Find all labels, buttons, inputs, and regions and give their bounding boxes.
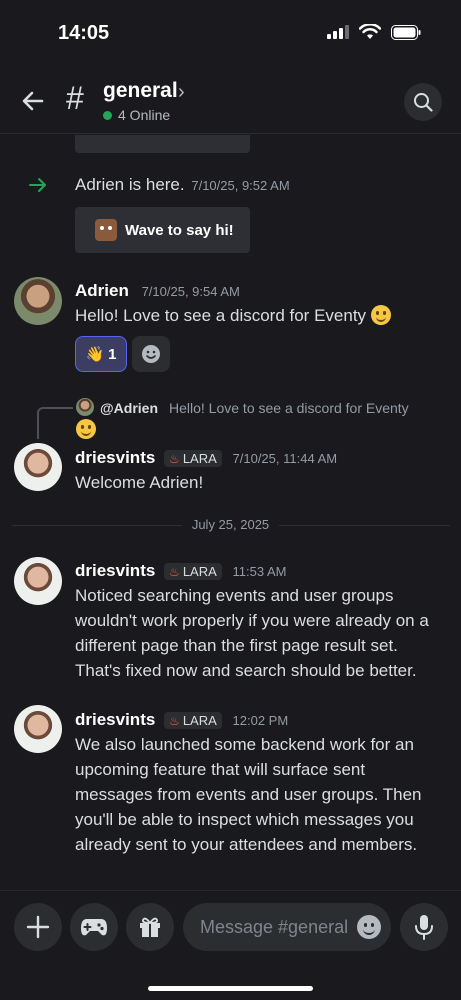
battery-icon xyxy=(391,24,421,40)
online-label: 4 Online xyxy=(118,107,171,123)
avatar[interactable] xyxy=(14,705,62,753)
channel-name[interactable]: general xyxy=(103,79,178,103)
search-button[interactable] xyxy=(404,83,442,121)
username[interactable]: driesvints ♨ LARA 7/10/25, 11:44 AM xyxy=(75,448,337,468)
wave-button-partial[interactable] xyxy=(75,135,250,153)
add-attachment-button[interactable] xyxy=(14,903,62,951)
reply-avatar xyxy=(76,398,94,416)
wave-button[interactable]: Wave to say hi! xyxy=(75,207,250,253)
join-timestamp: 7/10/25, 9:52 AM xyxy=(191,178,290,193)
guild-tag[interactable]: ♨ LARA xyxy=(164,450,222,468)
status-icons xyxy=(327,24,421,40)
username-text[interactable]: driesvints xyxy=(75,561,155,580)
hash-icon: # xyxy=(66,80,84,116)
username[interactable]: driesvints ♨ LARA 12:02 PM xyxy=(75,710,288,730)
plus-icon xyxy=(26,915,50,939)
message-text-content: Hello! Love to see a discord for Eventy xyxy=(75,306,367,325)
date-divider-label: July 25, 2025 xyxy=(0,517,461,532)
message-list[interactable]: Adrien is here. 7/10/25, 9:52 AM Wave to… xyxy=(0,135,461,890)
message-text: Welcome Adrien! xyxy=(75,473,204,492)
gift-button[interactable] xyxy=(126,903,174,951)
reply-slight-smile-emoji-icon xyxy=(76,419,96,439)
join-arrow-icon xyxy=(29,178,46,192)
emoji-icon[interactable] xyxy=(357,915,381,939)
avatar[interactable] xyxy=(14,277,62,325)
activities-button[interactable] xyxy=(70,903,118,951)
guild-tag-label: LARA xyxy=(182,451,217,467)
back-arrow-icon xyxy=(22,91,44,111)
reply-connector xyxy=(37,407,73,439)
back-button[interactable] xyxy=(18,86,48,116)
status-bar: 14:05 xyxy=(0,0,461,64)
flame-icon: ♨ xyxy=(169,564,180,579)
date-divider-text: July 25, 2025 xyxy=(181,517,280,532)
home-indicator[interactable] xyxy=(148,986,313,991)
username[interactable]: driesvints ♨ LARA 11:53 AM xyxy=(75,561,286,581)
search-icon xyxy=(414,93,433,112)
message-input[interactable]: Message #general xyxy=(183,903,391,951)
microphone-icon xyxy=(415,915,433,940)
reaction-wave[interactable]: 👋 1 xyxy=(75,336,127,372)
message-timestamp: 11:53 AM xyxy=(232,564,287,579)
wifi-icon xyxy=(359,24,381,39)
channel-header: # general › 4 Online xyxy=(0,70,461,134)
add-reaction-icon xyxy=(142,345,160,363)
flame-icon: ♨ xyxy=(169,451,180,466)
message-timestamp: 7/10/25, 11:44 AM xyxy=(232,451,338,466)
chevron-right-icon[interactable]: › xyxy=(178,81,185,104)
message-input-placeholder: Message #general xyxy=(200,916,349,937)
reply-preview[interactable]: Hello! Love to see a discord for Eventy xyxy=(169,400,449,416)
reply-username[interactable]: @Adrien xyxy=(100,400,158,416)
message-text: Hello! Love to see a discord for Eventy xyxy=(75,303,445,328)
flame-icon: ♨ xyxy=(169,713,180,728)
guild-tag-label: LARA xyxy=(182,713,217,729)
join-user[interactable]: Adrien xyxy=(75,175,124,194)
username[interactable]: Adrien 7/10/25, 9:54 AM xyxy=(75,281,240,301)
wave-emoji-icon: 👋 xyxy=(85,346,105,363)
message-text: We also launched some backend work for a… xyxy=(75,735,422,854)
username-text[interactable]: driesvints xyxy=(75,448,155,467)
wave-sticker-icon xyxy=(95,219,117,241)
message-timestamp: 7/10/25, 9:54 AM xyxy=(141,284,240,299)
message-timestamp: 12:02 PM xyxy=(232,713,289,728)
avatar[interactable] xyxy=(14,443,62,491)
join-label: is here. xyxy=(124,175,185,194)
gift-icon xyxy=(140,917,160,937)
guild-tag[interactable]: ♨ LARA xyxy=(164,712,222,730)
guild-tag[interactable]: ♨ LARA xyxy=(164,563,222,581)
slight-smile-emoji-icon xyxy=(370,305,391,325)
signal-icon xyxy=(327,25,349,39)
wave-label: Wave to say hi! xyxy=(125,221,234,239)
online-count: 4 Online xyxy=(103,107,170,123)
username-text[interactable]: Adrien xyxy=(75,281,129,300)
username-text[interactable]: driesvints xyxy=(75,710,155,729)
status-time: 14:05 xyxy=(58,22,110,44)
message-text: Noticed searching events and user groups… xyxy=(75,586,429,680)
guild-tag-label: LARA xyxy=(182,564,217,580)
add-reaction-button[interactable] xyxy=(132,336,170,372)
gamepad-icon xyxy=(81,919,107,936)
message-composer: Message #general xyxy=(0,890,461,970)
reaction-count: 1 xyxy=(108,345,117,363)
voice-message-button[interactable] xyxy=(400,903,448,951)
online-dot xyxy=(103,110,112,120)
join-message: Adrien is here. 7/10/25, 9:52 AM xyxy=(75,175,290,195)
avatar[interactable] xyxy=(14,557,62,605)
